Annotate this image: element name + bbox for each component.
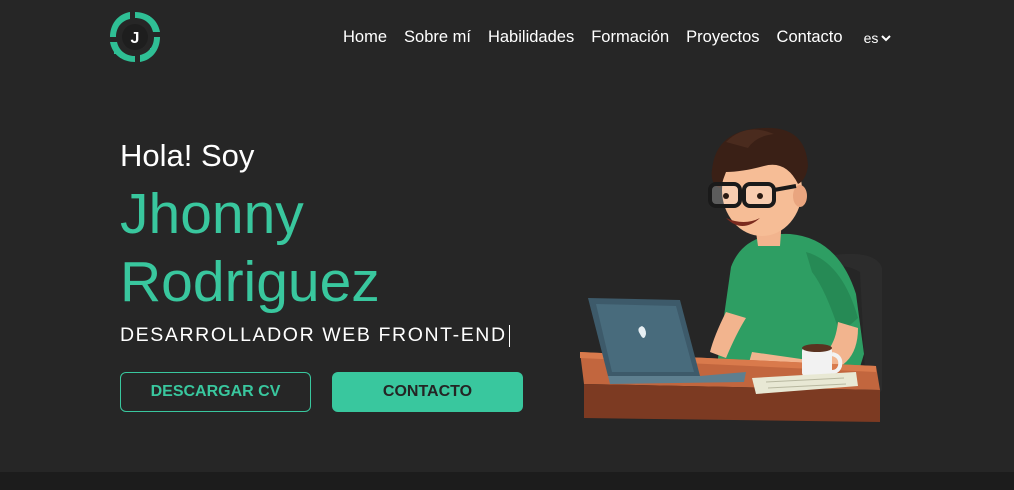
hero-role-text: DESARROLLADOR WEB FRONT-END xyxy=(120,324,507,346)
nav-home[interactable]: Home xyxy=(343,28,387,47)
nav-projects[interactable]: Proyectos xyxy=(686,28,759,47)
hero-section: Hola! Soy Jhonny Rodriguez DESARROLLADOR… xyxy=(120,136,511,347)
hero-greeting: Hola! Soy xyxy=(120,138,255,173)
nav-skills[interactable]: Habilidades xyxy=(488,28,574,47)
developer-illustration xyxy=(580,127,882,422)
main-nav: Home Sobre mí Habilidades Formación Proy… xyxy=(343,28,892,47)
language-label: es xyxy=(863,29,879,46)
language-selector[interactable]: es xyxy=(864,30,892,46)
hero-last-name: Rodriguez xyxy=(120,250,380,314)
footer-band xyxy=(0,472,1014,490)
nav-education[interactable]: Formación xyxy=(591,28,669,47)
logo-icon[interactable]: J xyxy=(106,8,164,66)
hero-name: Jhonny Rodriguez xyxy=(120,180,510,316)
chevron-down-icon xyxy=(881,34,892,41)
download-cv-button[interactable]: DESCARGAR CV xyxy=(120,372,311,412)
hero-first-name: Jhonny xyxy=(120,182,304,246)
nav-about[interactable]: Sobre mí xyxy=(404,28,471,47)
contact-button[interactable]: CONTACTO xyxy=(332,372,523,412)
hero-role: DESARROLLADOR WEB FRONT-END xyxy=(120,324,511,347)
logo-letter: J xyxy=(131,30,140,47)
nav-contact[interactable]: Contacto xyxy=(777,28,843,47)
typing-caret xyxy=(508,324,511,347)
